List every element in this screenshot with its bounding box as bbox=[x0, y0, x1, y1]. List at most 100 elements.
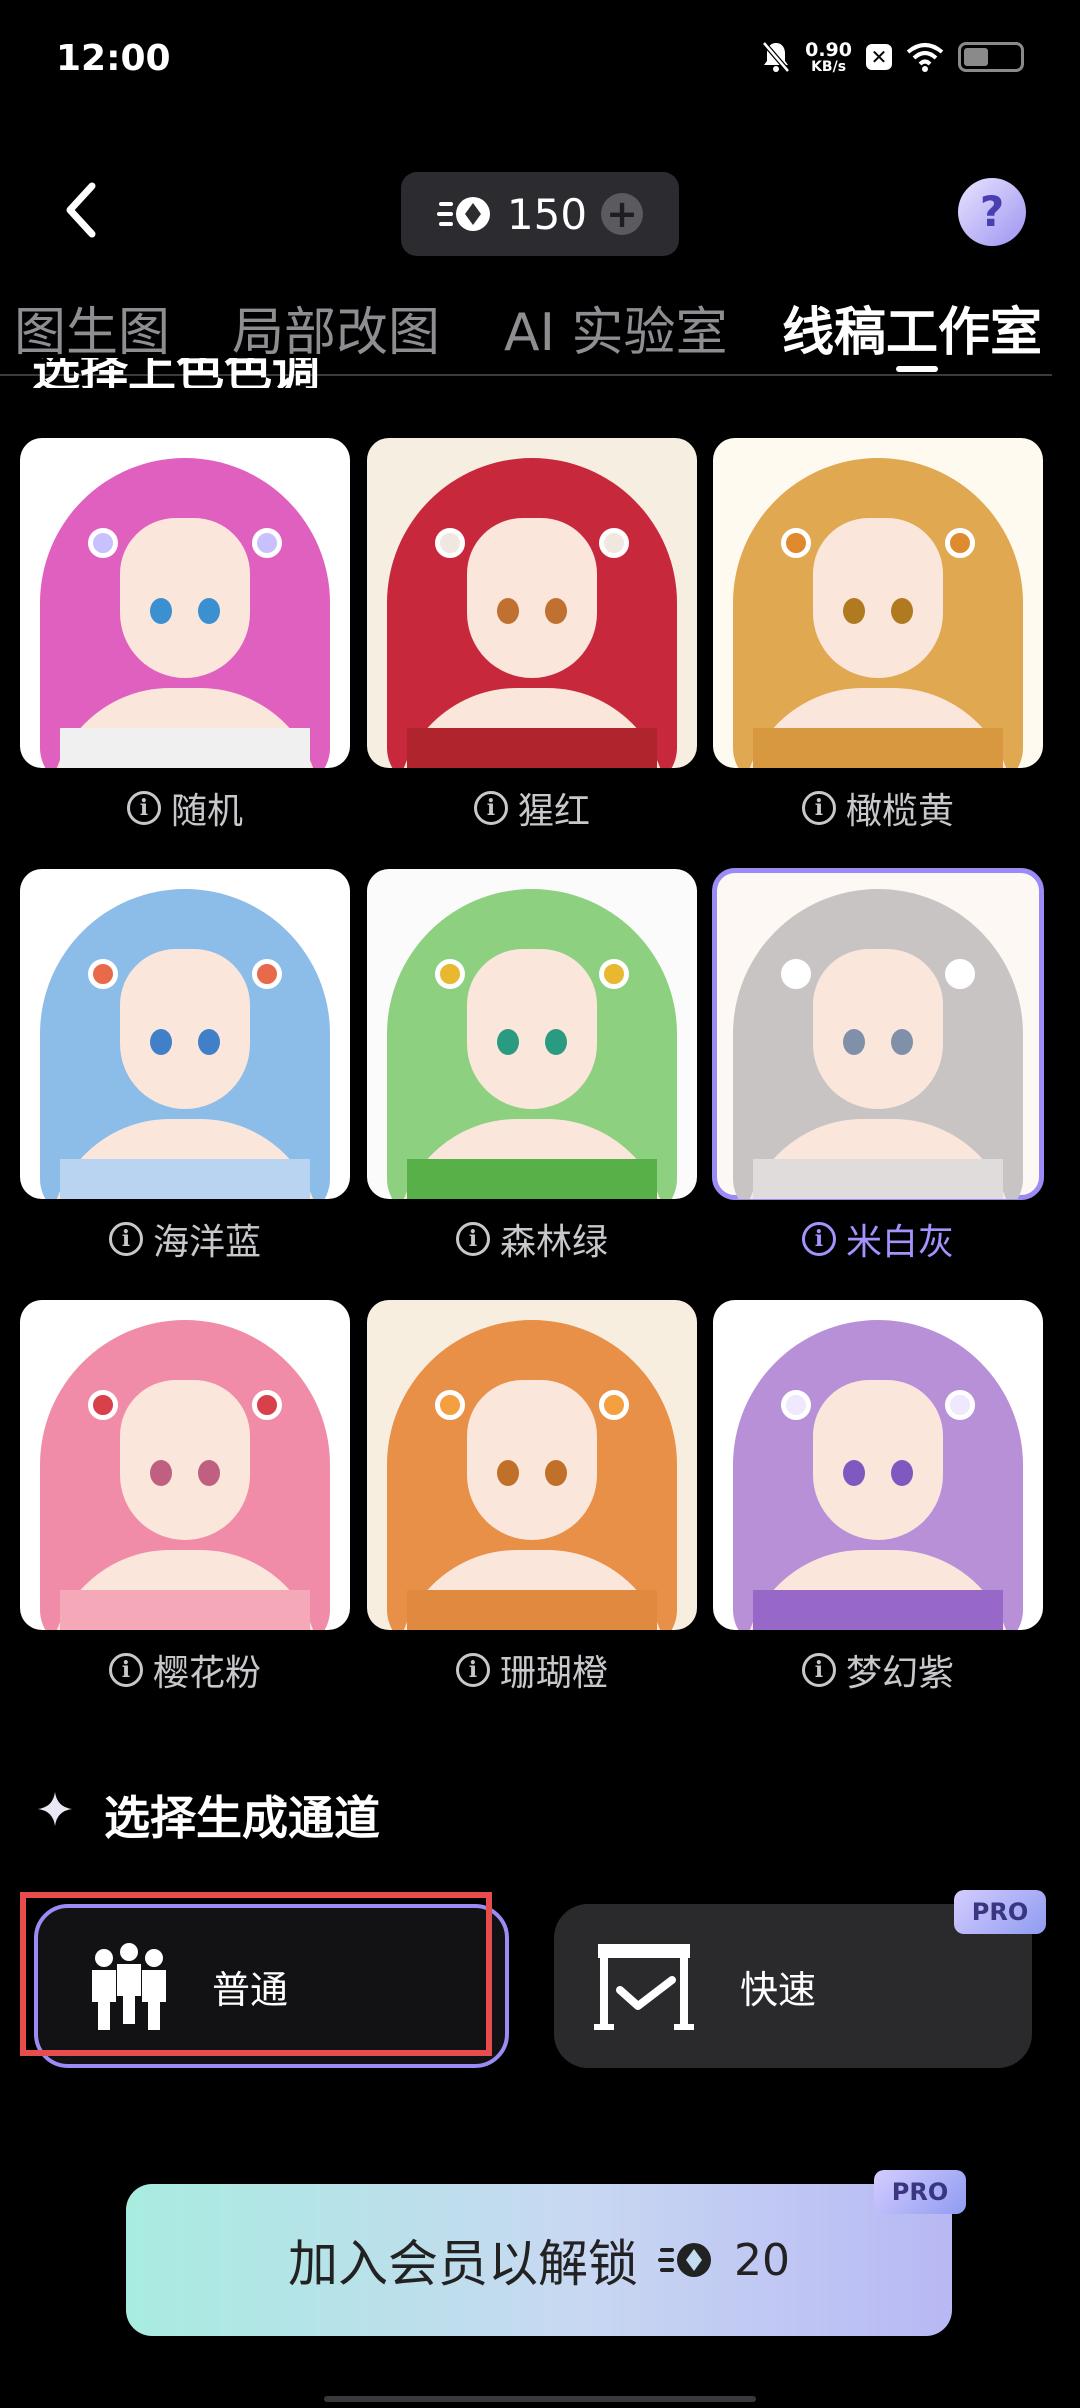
portrait-dress bbox=[407, 728, 657, 768]
palette-caption[interactable]: i 米白灰 bbox=[713, 1214, 1043, 1264]
join-membership-label: 加入会员以解锁 bbox=[288, 2235, 638, 2293]
back-arrow-icon[interactable] bbox=[60, 180, 100, 240]
pro-badge: PRO bbox=[954, 1890, 1046, 1934]
network-speed-unit: KB/s bbox=[811, 58, 847, 75]
portrait-face bbox=[813, 518, 943, 678]
portrait-eye bbox=[891, 1029, 913, 1055]
hair-flower-icon bbox=[781, 1390, 811, 1420]
status-icons: 0.90 KB/s ✕ bbox=[761, 40, 1024, 74]
palette-caption[interactable]: i 橄榄黄 bbox=[713, 783, 1043, 833]
info-icon[interactable]: i bbox=[108, 1653, 143, 1687]
palette-label: 橄榄黄 bbox=[845, 791, 954, 832]
palette-card[interactable] bbox=[367, 438, 697, 768]
help-icon[interactable]: ? bbox=[958, 178, 1026, 246]
palette-card[interactable] bbox=[713, 438, 1043, 768]
hair-flower-icon bbox=[945, 528, 975, 558]
palette-card[interactable] bbox=[713, 1300, 1043, 1630]
portrait-face bbox=[467, 518, 597, 678]
portrait-face bbox=[120, 518, 250, 678]
status-bar: 12:00 0.90 KB/s ✕ bbox=[0, 0, 1080, 120]
tab-partial-edit[interactable]: 局部改图 bbox=[232, 290, 440, 365]
battery-icon bbox=[958, 42, 1024, 72]
credit-coin-icon bbox=[658, 2243, 711, 2277]
portrait-eye bbox=[497, 598, 519, 624]
palette-caption[interactable]: i 随机 bbox=[20, 783, 350, 833]
palette-label: 随机 bbox=[170, 791, 243, 832]
info-icon[interactable]: i bbox=[126, 791, 161, 825]
portrait-dress bbox=[753, 728, 1003, 768]
hair-flower-icon bbox=[88, 528, 118, 558]
palette-caption[interactable]: i 樱花粉 bbox=[20, 1645, 350, 1695]
network-speed-value: 0.90 bbox=[805, 38, 852, 61]
info-icon[interactable]: i bbox=[801, 1222, 836, 1256]
tab-lineart-studio[interactable]: 线稿工作室 bbox=[782, 290, 1042, 365]
portrait-eye bbox=[198, 598, 220, 624]
info-icon[interactable]: i bbox=[473, 791, 508, 825]
hair-flower-icon bbox=[435, 1390, 465, 1420]
portrait-dress bbox=[60, 728, 310, 768]
palette-card[interactable] bbox=[712, 868, 1044, 1200]
portrait-eye bbox=[497, 1029, 519, 1055]
portrait-dress bbox=[407, 1159, 657, 1199]
portrait-dress bbox=[753, 1590, 1003, 1630]
palette-caption[interactable]: i 梦幻紫 bbox=[713, 1645, 1043, 1695]
home-indicator bbox=[324, 2396, 756, 2402]
portrait-dress bbox=[407, 1590, 657, 1630]
portrait-face bbox=[813, 1380, 943, 1540]
portrait-face bbox=[813, 949, 943, 1109]
channel-section-title: 选择生成通道 bbox=[104, 1791, 380, 1845]
join-membership-button[interactable]: 加入会员以解锁 20 bbox=[126, 2184, 952, 2336]
portrait-eye bbox=[198, 1029, 220, 1055]
palette-caption[interactable]: i 珊瑚橙 bbox=[367, 1645, 697, 1695]
hair-flower-icon bbox=[435, 528, 465, 558]
hair-flower-icon bbox=[88, 1390, 118, 1420]
portrait-eye bbox=[843, 1460, 865, 1486]
credits-value: 150 bbox=[506, 189, 588, 239]
palette-card[interactable] bbox=[20, 869, 350, 1199]
status-time: 12:00 bbox=[56, 38, 171, 79]
portrait-eye bbox=[891, 1460, 913, 1486]
info-icon[interactable]: i bbox=[455, 1653, 490, 1687]
palette-card[interactable] bbox=[20, 438, 350, 768]
sparkle-icon bbox=[38, 1792, 72, 1826]
palette-card[interactable] bbox=[20, 1300, 350, 1630]
palette-caption[interactable]: i 森林绿 bbox=[367, 1214, 697, 1264]
credits-counter[interactable]: 150 + bbox=[401, 172, 679, 256]
portrait-eye bbox=[545, 1460, 567, 1486]
palette-label: 梦幻紫 bbox=[845, 1653, 954, 1694]
info-icon[interactable]: i bbox=[801, 791, 836, 825]
info-icon[interactable]: i bbox=[801, 1653, 836, 1687]
portrait-eye bbox=[150, 1029, 172, 1055]
palette-section-title-text: 选择上色色调 bbox=[32, 358, 321, 388]
tab-ai-lab[interactable]: AI 实验室 bbox=[504, 290, 727, 365]
hair-flower-icon bbox=[252, 528, 282, 558]
portrait-eye bbox=[843, 598, 865, 624]
palette-label: 海洋蓝 bbox=[152, 1222, 261, 1263]
channel-fast-label: 快速 bbox=[740, 1967, 817, 2012]
hair-flower-icon bbox=[599, 959, 629, 989]
portrait-dress bbox=[753, 1159, 1003, 1199]
palette-card[interactable] bbox=[367, 869, 697, 1199]
palette-caption[interactable]: i 海洋蓝 bbox=[20, 1214, 350, 1264]
credit-coin-icon bbox=[436, 197, 490, 231]
portrait-eye bbox=[891, 598, 913, 624]
hair-flower-icon bbox=[435, 959, 465, 989]
active-tab-indicator bbox=[896, 366, 938, 372]
fast-gate-icon bbox=[594, 1944, 694, 2030]
palette-caption[interactable]: i 猩红 bbox=[367, 783, 697, 833]
network-speed: 0.90 KB/s bbox=[805, 38, 852, 75]
palette-label: 樱花粉 bbox=[152, 1653, 261, 1694]
hair-flower-icon bbox=[88, 959, 118, 989]
palette-card[interactable] bbox=[367, 1300, 697, 1630]
portrait-face bbox=[120, 949, 250, 1109]
hair-flower-icon bbox=[781, 528, 811, 558]
bell-muted-icon bbox=[762, 41, 791, 73]
hair-flower-icon bbox=[252, 1390, 282, 1420]
portrait-eye bbox=[198, 1460, 220, 1486]
info-icon[interactable]: i bbox=[455, 1222, 490, 1256]
add-credits-icon[interactable]: + bbox=[601, 193, 644, 235]
palette-section-title: 选择上色色调 bbox=[32, 358, 412, 388]
portrait-dress bbox=[60, 1159, 310, 1199]
tab-image-to-image[interactable]: 图生图 bbox=[14, 290, 170, 365]
info-icon[interactable]: i bbox=[108, 1222, 143, 1256]
